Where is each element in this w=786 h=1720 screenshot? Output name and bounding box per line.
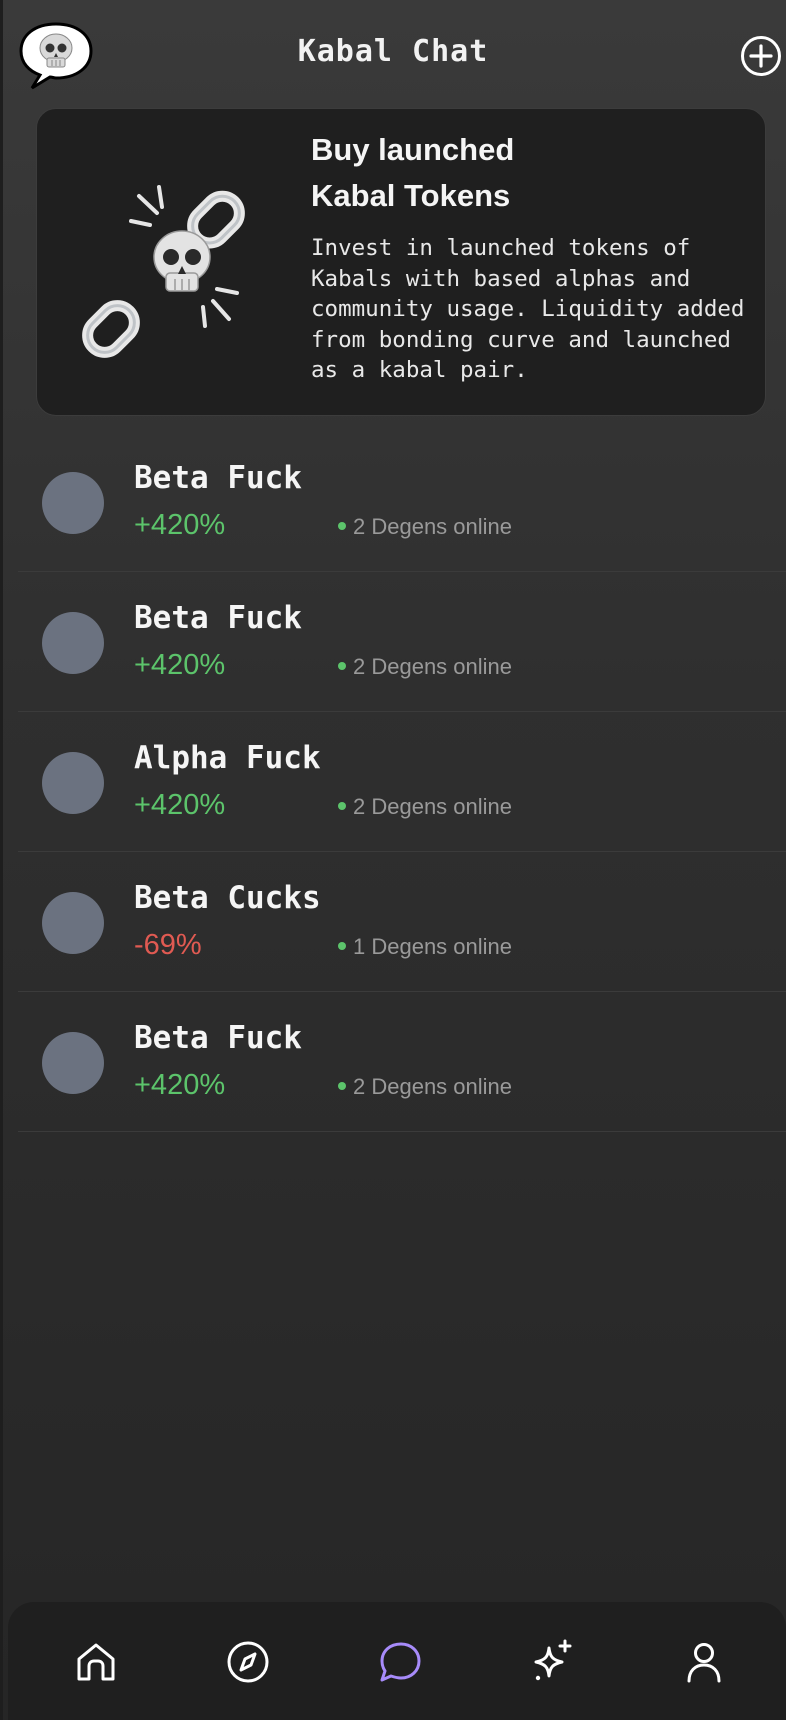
promo-title: Buy launched Kabal Tokens: [311, 127, 731, 219]
chat-row[interactable]: Beta Fuck +420% 2 Degens online: [18, 572, 786, 712]
page-title: Kabal Chat: [297, 34, 489, 69]
online-status: 1 Degens online: [338, 934, 512, 960]
promo-description: Invest in launched tokens of Kabals with…: [311, 235, 745, 383]
compass-icon[interactable]: [224, 1638, 272, 1686]
price-change: +420%: [134, 1069, 226, 1101]
skull-broken-chain-icon: [69, 169, 259, 359]
chat-name: Beta Fuck: [134, 460, 302, 496]
promo-card[interactable]: Buy launched Kabal Tokens Invest in laun…: [36, 108, 766, 416]
promo-title-line1: Buy launched: [311, 132, 515, 167]
chat-name: Alpha Fuck: [134, 740, 321, 776]
chat-row[interactable]: Beta Fuck +420% 2 Degens online: [18, 992, 786, 1132]
chat-list: Beta Fuck +420% 2 Degens online Beta Fuc…: [18, 432, 786, 1132]
online-status: 2 Degens online: [338, 654, 512, 680]
online-status: 2 Degens online: [338, 1074, 512, 1100]
home-icon[interactable]: [72, 1638, 120, 1686]
plus-circle-icon[interactable]: [739, 34, 783, 78]
chat-row[interactable]: Beta Cucks -69% 1 Degens online: [18, 852, 786, 992]
online-dot-icon: [338, 942, 346, 951]
price-change: +420%: [134, 509, 226, 541]
price-change: -69%: [134, 929, 202, 961]
bottom-nav: [8, 1602, 786, 1720]
chat-row[interactable]: Alpha Fuck +420% 2 Degens online: [18, 712, 786, 852]
avatar: [42, 612, 104, 674]
app-header: Kabal Chat: [0, 0, 786, 110]
sparkles-icon[interactable]: [528, 1638, 576, 1686]
chat-bubble-icon[interactable]: [376, 1638, 424, 1686]
avatar: [42, 1032, 104, 1094]
online-count: 2 Degens online: [353, 794, 513, 819]
chat-row[interactable]: Beta Fuck +420% 2 Degens online: [18, 432, 786, 572]
online-dot-icon: [338, 802, 346, 811]
chat-name: Beta Fuck: [134, 600, 302, 636]
avatar: [42, 752, 104, 814]
online-dot-icon: [338, 662, 346, 671]
online-count: 1 Degens online: [353, 934, 513, 959]
chat-name: Beta Cucks: [134, 880, 321, 916]
user-icon[interactable]: [680, 1638, 728, 1686]
avatar: [42, 892, 104, 954]
price-change: +420%: [134, 649, 226, 681]
chat-name: Beta Fuck: [134, 1020, 302, 1056]
price-change: +420%: [134, 789, 226, 821]
online-count: 2 Degens online: [353, 1074, 513, 1099]
avatar: [42, 472, 104, 534]
online-dot-icon: [338, 522, 346, 531]
online-count: 2 Degens online: [353, 654, 513, 679]
online-status: 2 Degens online: [338, 514, 512, 540]
left-edge-divider: [0, 0, 3, 1720]
online-dot-icon: [338, 1082, 346, 1091]
online-count: 2 Degens online: [353, 514, 513, 539]
promo-title-line2: Kabal Tokens: [311, 178, 511, 213]
online-status: 2 Degens online: [338, 794, 512, 820]
